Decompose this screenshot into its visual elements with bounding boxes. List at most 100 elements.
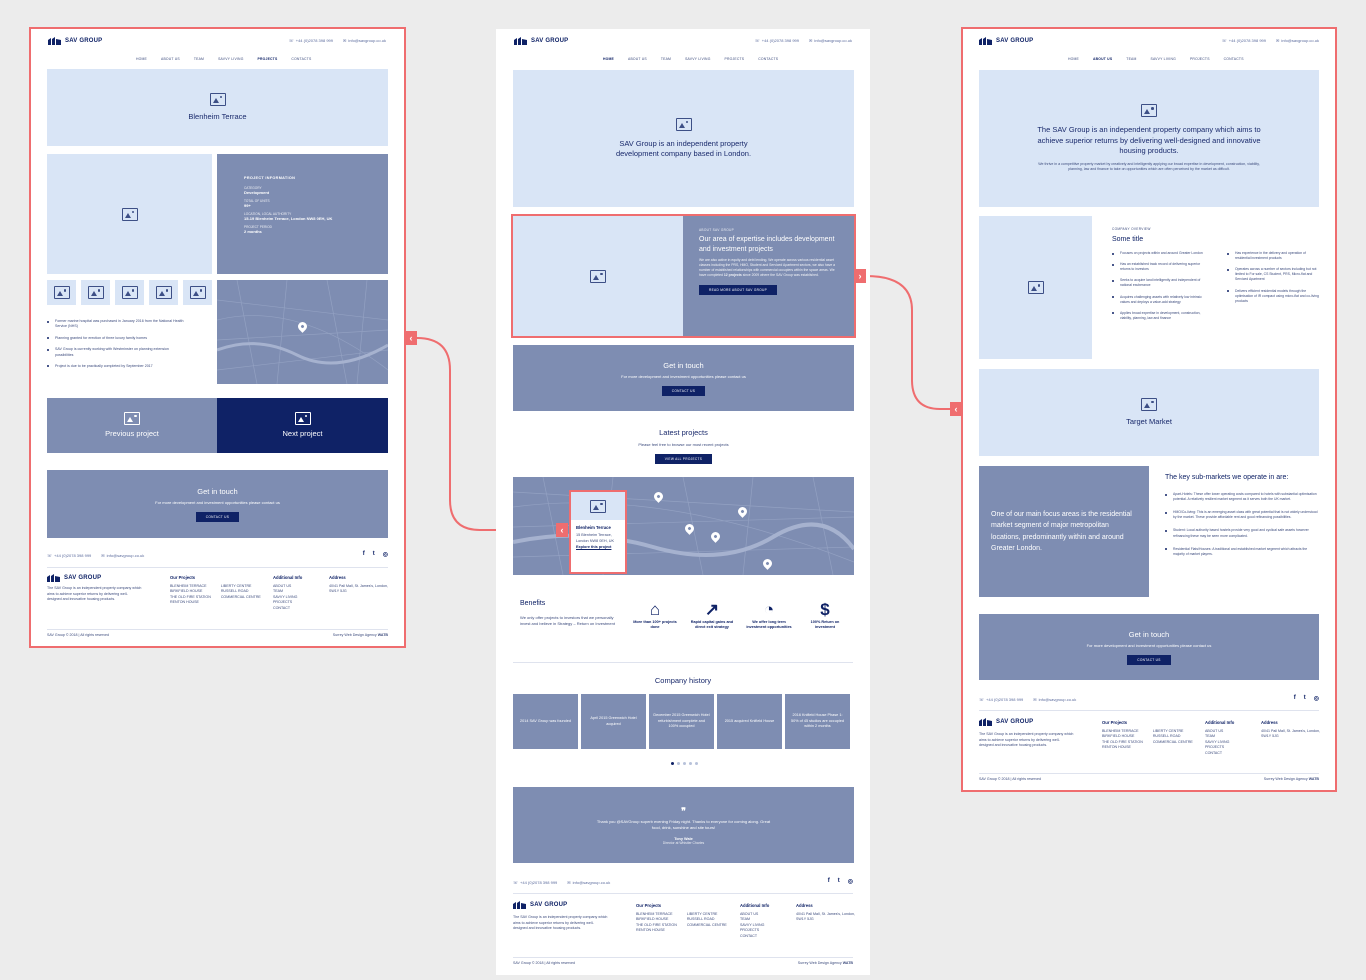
agency-credit[interactable]: Surrey Web Design Agency WATB (333, 633, 388, 639)
thumbnail[interactable] (149, 280, 178, 305)
footer-logo[interactable]: SAV GROUP (513, 901, 567, 909)
phone-link[interactable]: ☏ +44 (0)2078 398 999 (47, 553, 91, 558)
footer-link[interactable]: RENTON HOUSE (1102, 745, 1143, 751)
email-link[interactable]: ✉ info@savgroup.co.uk (809, 38, 852, 43)
nav-savvy[interactable]: SAVVY LIVING (685, 57, 710, 61)
nav-projects[interactable]: PROJECTS (1190, 57, 1210, 61)
nav-about[interactable]: ABOUT US (161, 57, 180, 61)
phone-link[interactable]: ☏ +44 (0)2078 398 999 (513, 880, 557, 885)
nav-home[interactable]: HOME (136, 57, 147, 61)
twitter-icon[interactable]: t (373, 551, 375, 558)
thumbnail[interactable] (81, 280, 110, 305)
copyright: SAV Group © 2018 | All rights reserved (513, 961, 576, 965)
explore-project-link[interactable]: Explore this project (576, 544, 614, 550)
next-project-button[interactable]: Next project (217, 398, 388, 453)
footer-link[interactable]: COMMERCIAL CENTRE (221, 595, 261, 601)
project-page-screen[interactable]: SAV GROUP ☏ +44 (0)2078 398 999 ✉ info@s… (29, 27, 406, 648)
nav-team[interactable]: TEAM (1126, 57, 1136, 61)
home-hero: SAV Group is an independent property dev… (513, 70, 854, 207)
latest-projects-text: Please feel free to browse our most rece… (638, 441, 729, 447)
email-link[interactable]: ✉ info@savgroup.co.uk (567, 880, 610, 885)
benefit-label: More than 100+ projects done (633, 620, 677, 630)
instagram-icon[interactable]: ◎ (848, 878, 853, 885)
footer-link[interactable]: RENTON HOUSE (170, 600, 211, 606)
footer-link[interactable]: CONTACT (1205, 751, 1234, 757)
card-title: Blenheim Terrace (576, 525, 611, 530)
footer-projects: Our Projects BLENHEIM TERRACE BIRKFIELD H… (170, 575, 261, 606)
target-market-title: Target Market (1126, 416, 1172, 426)
thumbnail[interactable] (47, 280, 76, 305)
email-link[interactable]: ✉ info@savgroup.co.uk (1276, 38, 1319, 43)
nav-contacts[interactable]: CONTACTS (1224, 57, 1244, 61)
email-link[interactable]: ✉ info@savgroup.co.uk (1033, 697, 1076, 702)
instagram-icon[interactable]: ◎ (383, 551, 388, 558)
phone-link[interactable]: ☏ +44 (0)2078 398 999 (755, 38, 799, 43)
next-project-label: Next project (282, 428, 323, 438)
footer-link[interactable]: CONTACT (273, 606, 302, 612)
nav-home[interactable]: HOME (1068, 57, 1079, 61)
email-link[interactable]: ✉ info@savgroup.co.uk (343, 38, 386, 43)
nav-savvy[interactable]: SAVVY LIVING (218, 57, 243, 61)
contact-us-button[interactable]: CONTACT US (1127, 654, 1171, 665)
previous-project-label: Previous project (105, 428, 159, 438)
nav-projects[interactable]: PROJECTS (725, 57, 745, 61)
nav-about[interactable]: ABOUT US (628, 57, 647, 61)
thumbnail[interactable] (183, 280, 212, 305)
email-link[interactable]: ✉ info@savgroup.co.uk (101, 553, 144, 558)
nav-team[interactable]: TEAM (661, 57, 671, 61)
map-project-card[interactable]: Blenheim Terrace 15 Blenheim Terrace, Lo… (569, 490, 627, 574)
contact-us-button[interactable]: CONTACT US (661, 385, 706, 396)
facebook-icon[interactable]: f (828, 878, 830, 885)
facebook-icon[interactable]: f (1294, 695, 1296, 702)
overview-label: COMPANY OVERVIEW (1112, 227, 1151, 231)
carousel-dot[interactable] (695, 762, 698, 765)
phone-link[interactable]: ☏ +44 (0)2078 398 999 (1222, 38, 1266, 43)
bullet-item: SAV Group is currently working with West… (47, 347, 187, 358)
twitter-icon[interactable]: t (1304, 695, 1306, 702)
phone-link[interactable]: ☏ +44 (0)2078 398 999 (979, 697, 1023, 702)
footer-link[interactable]: CONTACT (740, 934, 769, 940)
footer-link[interactable]: COMMERCIAL CENTRE (687, 923, 727, 929)
facebook-icon[interactable]: f (363, 551, 365, 558)
bullet-item: Has an established track record of deliv… (1112, 262, 1204, 272)
carousel-dot[interactable] (677, 762, 680, 765)
main-nav: HOME ABOUT US TEAM SAVVY LIVING PROJECTS… (1068, 57, 1244, 61)
thumbnail[interactable] (115, 280, 144, 305)
history-timeline: 2014 SAV Group was founded April 2015 Gr… (513, 694, 850, 749)
view-all-projects-button[interactable]: VIEW ALL PROJECTS (654, 453, 713, 464)
carousel-dot-active[interactable] (671, 762, 674, 765)
phone-link[interactable]: ☏ +44 (0)2078 398 999 (289, 38, 333, 43)
bullet-item: HMO/Co-living: This is an emerging asset… (1165, 510, 1319, 520)
agency-credit[interactable]: Surrey Web Design Agency WATB (1264, 777, 1319, 783)
carousel-dot[interactable] (683, 762, 686, 765)
nav-contacts[interactable]: CONTACTS (758, 57, 778, 61)
footer-info-title: Additional Info (1205, 720, 1235, 725)
agency-credit[interactable]: Surrey Web Design Agency WATB (798, 961, 853, 967)
logo[interactable]: SAV GROUP (514, 37, 568, 45)
nav-savvy[interactable]: SAVVY LIVING (1151, 57, 1176, 61)
home-page-screen[interactable]: SAV GROUP ☏ +44 (0)2078 398 999 ✉ info@s… (496, 29, 870, 975)
contact-us-button[interactable]: CONTACT US (195, 511, 240, 522)
footer-link[interactable]: RENTON HOUSE (636, 928, 677, 934)
instagram-icon[interactable]: ◎ (1314, 695, 1319, 702)
twitter-icon[interactable]: t (838, 878, 840, 885)
logo[interactable]: SAV GROUP (979, 37, 1033, 45)
nav-contacts[interactable]: CONTACTS (291, 57, 311, 61)
nav-about[interactable]: ABOUT US (1093, 57, 1112, 61)
read-more-button[interactable]: READ MORE ABOUT SAV GROUP (699, 285, 778, 296)
about-page-screen[interactable]: SAV GROUP ☏ +44 (0)2078 398 999 ✉ info@s… (961, 27, 1337, 792)
footer-logo[interactable]: SAV GROUP (47, 574, 101, 582)
footer-link[interactable]: COMMERCIAL CENTRE (1153, 740, 1193, 746)
history-card: 2014 SAV Group was founded (513, 694, 578, 749)
nav-home[interactable]: HOME (603, 57, 614, 61)
nav-team[interactable]: TEAM (194, 57, 204, 61)
pie-chart-icon: ◔ (763, 600, 775, 619)
nav-projects[interactable]: PROJECTS (258, 57, 278, 61)
previous-project-button[interactable]: Previous project (47, 398, 217, 453)
footer-logo[interactable]: SAV GROUP (979, 718, 1033, 726)
image-placeholder-icon (590, 499, 606, 513)
logo[interactable]: SAV GROUP (48, 37, 102, 45)
project-map[interactable] (217, 280, 388, 384)
carousel-dot[interactable] (689, 762, 692, 765)
divider (47, 629, 388, 630)
